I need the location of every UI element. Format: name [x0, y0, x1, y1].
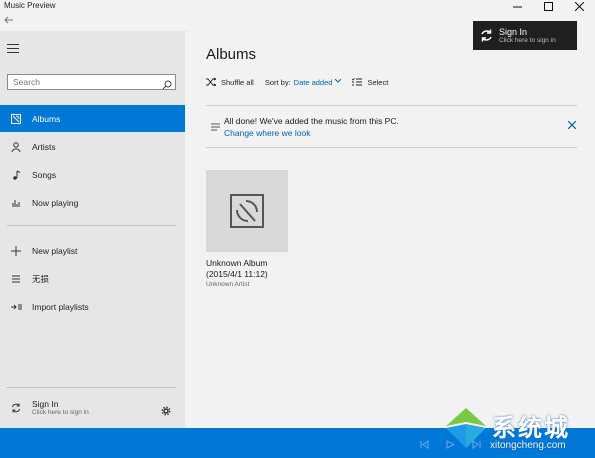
shuffle-all-button[interactable]: Shuffle all — [206, 78, 254, 87]
equalizer-icon — [0, 198, 32, 208]
toolbar: Shuffle all Sort by: Date added Select — [206, 76, 399, 88]
sync-icon — [473, 29, 499, 42]
sidebar-item-label: Songs — [32, 169, 57, 180]
sign-in-title: Sign In — [32, 399, 59, 409]
toast-subtitle: Click here to sign in — [499, 36, 556, 44]
hamburger-line — [7, 52, 19, 53]
search-placeholder: Search — [13, 77, 40, 87]
sidebar-item-albums[interactable]: Albums — [0, 105, 185, 132]
search-input[interactable]: Search — [7, 74, 176, 90]
sort-by-label: Sort by: — [264, 77, 291, 87]
sidebar-divider — [7, 225, 176, 226]
minimize-icon — [513, 6, 522, 8]
sidebar-item-label: New playlist — [32, 245, 78, 256]
hamburger-line — [7, 44, 19, 45]
close-icon[interactable] — [567, 120, 577, 132]
search-icon[interactable] — [162, 77, 172, 95]
sidebar-item-playlist[interactable]: 无损 — [0, 265, 185, 292]
maximize-button[interactable] — [533, 0, 564, 13]
sidebar-item-artists[interactable]: Artists — [0, 133, 185, 160]
maximize-icon — [544, 2, 553, 11]
sidebar-item-label: Albums — [32, 113, 61, 124]
select-list-icon — [352, 78, 363, 86]
music-note-icon — [0, 170, 32, 180]
album-artist: Unknown Artist — [206, 281, 250, 288]
album-title-date: (2015/4/1 11:12) — [206, 269, 268, 279]
sidebar-item-now-playing[interactable]: Now playing — [0, 189, 185, 216]
select-label: Select — [367, 77, 389, 87]
previous-icon[interactable] — [420, 440, 429, 451]
import-icon — [0, 302, 32, 312]
chevron-down-icon — [335, 78, 342, 85]
sidebar-item-label: 无损 — [32, 273, 50, 284]
minimize-button[interactable] — [502, 0, 533, 13]
sidebar-sign-in[interactable]: Sign In Click here to sign in — [0, 394, 185, 422]
back-button[interactable] — [4, 16, 14, 27]
close-icon — [575, 2, 584, 11]
watermark-text: 系统城 — [492, 415, 570, 442]
sidebar-item-new-playlist[interactable]: New playlist — [0, 237, 185, 264]
hamburger-line — [7, 48, 19, 49]
sort-by-value: Date added — [293, 77, 333, 87]
sidebar-item-label: Now playing — [32, 197, 79, 208]
select-button[interactable]: Select — [352, 78, 388, 87]
main-content: Albums Shuffle all Sort by: Date added S… — [185, 31, 595, 428]
plus-icon — [0, 245, 32, 256]
shuffle-all-label: Shuffle all — [221, 77, 254, 87]
sidebar: Search Albums Artists Songs Now playing — [0, 31, 185, 428]
notification-message: All done! We've added the music from thi… — [224, 116, 399, 126]
sign-in-toast[interactable]: Sign In Click here to sign in — [473, 21, 577, 50]
window-controls — [502, 0, 595, 13]
title-bar: Music Preview — [0, 0, 595, 13]
sidebar-item-import-playlists[interactable]: Import playlists — [0, 293, 185, 320]
notification-banner: All done! We've added the music from thi… — [206, 105, 577, 148]
shuffle-icon — [206, 78, 216, 86]
sidebar-item-label: Artists — [32, 141, 56, 152]
sync-icon — [0, 403, 32, 413]
page-title: Albums — [206, 46, 257, 63]
album-tile[interactable] — [206, 170, 288, 252]
list-info-icon — [211, 118, 220, 136]
watermark-url: xitongcheng.com — [490, 440, 566, 451]
watermark-logo-icon — [446, 408, 486, 448]
gear-icon[interactable] — [161, 403, 171, 421]
person-icon — [0, 141, 32, 152]
sort-by-dropdown[interactable]: Sort by: Date added — [265, 78, 342, 87]
sidebar-item-label: Import playlists — [32, 301, 89, 312]
album-title-line: Unknown Album — [206, 258, 268, 268]
sidebar-divider — [7, 387, 176, 388]
hamburger-menu-button[interactable] — [7, 44, 19, 56]
watermark: 系统城 xitongcheng.com — [440, 402, 592, 456]
close-button[interactable] — [564, 0, 595, 13]
back-arrow-icon — [4, 16, 13, 24]
toast-title: Sign In — [499, 26, 528, 37]
album-title[interactable]: Unknown Album (2015/4/1 11:12) — [206, 258, 326, 280]
albums-icon — [0, 113, 32, 124]
app-title: Music Preview — [4, 1, 56, 10]
album-placeholder-icon — [230, 194, 264, 228]
sign-in-subtitle: Click here to sign in — [32, 409, 89, 416]
playlist-icon — [0, 274, 32, 284]
change-where-we-look-link[interactable]: Change where we look — [224, 128, 310, 138]
sidebar-item-songs[interactable]: Songs — [0, 161, 185, 188]
